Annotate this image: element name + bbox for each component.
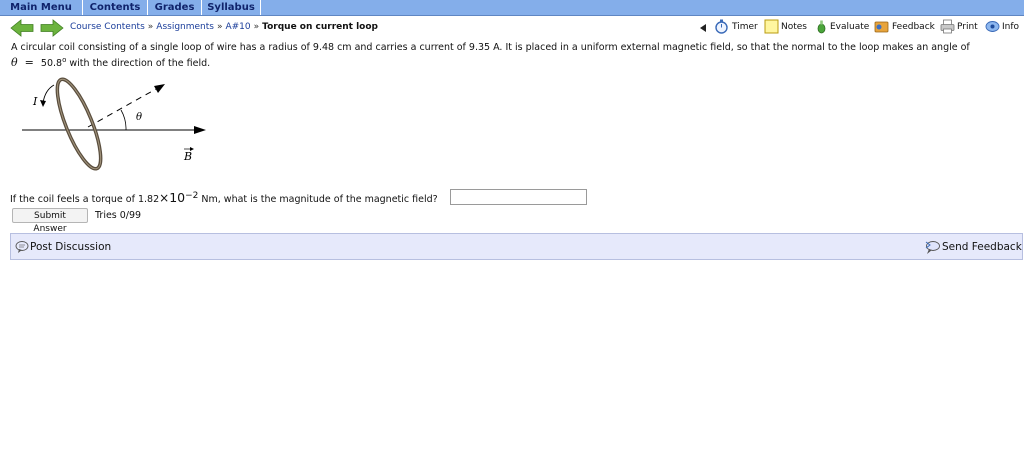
current-loop bbox=[55, 77, 103, 171]
nav-bar: Course Contents» Assignments» A#10» Torque … bbox=[0, 16, 1024, 40]
normal-dashed-line bbox=[87, 88, 157, 128]
problem-text-line2-rest: with the direction of the field. bbox=[69, 58, 211, 70]
menu-syllabus[interactable]: Syllabus bbox=[202, 0, 261, 15]
breadcrumb-separator: » bbox=[216, 22, 223, 32]
evaluate-button[interactable]: Evaluate bbox=[830, 22, 869, 34]
menu-contents[interactable]: Contents bbox=[83, 0, 148, 15]
submit-answer-button[interactable]: Submit Answer bbox=[12, 208, 88, 234]
breadcrumb-assignments[interactable]: Assignments bbox=[156, 22, 214, 32]
discussion-bar: Post Discussion Send Feedback bbox=[10, 233, 1023, 260]
back-arrow-icon[interactable] bbox=[10, 19, 34, 37]
breadcrumb: Course Contents» Assignments» A#10» Torque … bbox=[70, 22, 378, 34]
breadcrumb-current: Torque on current loop bbox=[262, 22, 378, 32]
post-discussion-link[interactable]: Post Discussion bbox=[30, 241, 111, 253]
angle-arc bbox=[120, 109, 127, 131]
info-button[interactable]: Info bbox=[1002, 22, 1019, 34]
normal-arrowhead bbox=[154, 84, 165, 93]
evaluate-icon bbox=[817, 20, 826, 34]
tries-counter: Tries 0/99 bbox=[95, 210, 142, 221]
problem-statement: A circular coil consisting of a single l… bbox=[11, 41, 1011, 70]
timer-button[interactable]: Timer bbox=[732, 22, 758, 34]
current-direction-arc bbox=[42, 84, 55, 104]
send-feedback-icon bbox=[925, 241, 940, 254]
theta-value: 50.8 bbox=[40, 58, 63, 70]
exponent-base: 10 bbox=[169, 190, 186, 205]
times-sign: × bbox=[159, 191, 170, 205]
question-prefix: If the coil feels a torque of 1.82 bbox=[10, 194, 160, 205]
problem-text-line2: θ = 50.8o with the direction of the fiel… bbox=[11, 54, 1011, 70]
send-feedback-link[interactable]: Send Feedback bbox=[942, 241, 1022, 253]
collapse-triangle-icon[interactable] bbox=[700, 24, 707, 32]
top-menu: Main Menu Contents Grades Syllabus bbox=[0, 0, 1024, 16]
breadcrumb-course-contents[interactable]: Course Contents bbox=[70, 22, 145, 32]
question: If the coil feels a torque of 1.82×10−2 … bbox=[10, 190, 438, 205]
forward-arrow-icon[interactable] bbox=[40, 19, 64, 37]
problem-text-line1: A circular coil consisting of a single l… bbox=[11, 42, 970, 53]
print-button[interactable]: Print bbox=[957, 22, 978, 34]
notes-button[interactable]: Notes bbox=[781, 22, 807, 34]
loop-field-diagram: I θ B bbox=[22, 77, 206, 171]
timer-icon bbox=[715, 19, 728, 34]
field-label: B bbox=[183, 150, 192, 163]
breadcrumb-separator: » bbox=[147, 22, 154, 32]
answer-input[interactable] bbox=[450, 189, 587, 205]
printer-icon bbox=[940, 19, 955, 34]
theta-symbol: θ bbox=[11, 56, 18, 70]
breadcrumb-separator: » bbox=[253, 22, 260, 32]
breadcrumb-assignment-number[interactable]: A#10 bbox=[225, 22, 250, 32]
angle-label: θ bbox=[136, 112, 142, 123]
menu-main-menu[interactable]: Main Menu bbox=[0, 0, 83, 15]
feedback-icon bbox=[874, 21, 889, 33]
menu-grades[interactable]: Grades bbox=[148, 0, 202, 15]
question-suffix: Nm, what is the magnitude of the magneti… bbox=[201, 194, 438, 205]
degree-sign: o bbox=[62, 56, 67, 64]
exponent: −2 bbox=[185, 190, 199, 201]
post-discussion-icon bbox=[15, 241, 29, 253]
current-arrowhead bbox=[40, 100, 46, 107]
info-icon bbox=[985, 21, 1000, 32]
field-arrowhead bbox=[194, 126, 206, 134]
equals-sign: = bbox=[24, 56, 34, 70]
current-label: I bbox=[32, 95, 38, 108]
feedback-button[interactable]: Feedback bbox=[892, 22, 935, 34]
notes-icon bbox=[764, 19, 779, 34]
